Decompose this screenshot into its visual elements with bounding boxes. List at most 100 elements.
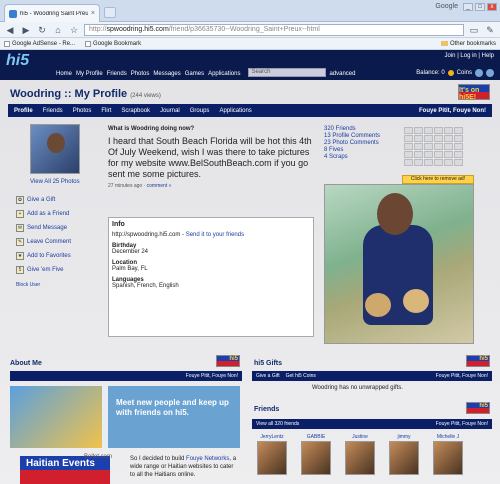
give-gift-action[interactable]: ✿ Give a Gift: [16, 195, 71, 205]
address-bar[interactable]: http://spwoodring.hi5.com/friend/p366357…: [84, 23, 464, 36]
give-gift-link[interactable]: Give a Gift: [256, 373, 280, 379]
tab-flirt[interactable]: Flirt: [101, 108, 111, 114]
remove-ad-button[interactable]: Click here to remove ad!: [402, 175, 474, 184]
badge-icon: [444, 151, 453, 158]
star-icon[interactable]: ☆: [68, 24, 80, 36]
hi5-logo[interactable]: hi5: [6, 52, 29, 70]
tab-applications[interactable]: Applications: [219, 108, 251, 114]
nav-applications[interactable]: Applications: [208, 71, 240, 77]
nav-messages[interactable]: Messages: [153, 71, 180, 77]
window-controls: _ □ x: [463, 3, 497, 11]
birthday-row: Birthday December 24: [112, 243, 310, 255]
search-input[interactable]: Search: [248, 68, 327, 77]
meet-promo[interactable]: Meet new people and keep up with friends…: [10, 386, 240, 448]
haiti-flag-small: hi5: [216, 355, 240, 367]
friend-card[interactable]: Justine: [342, 434, 378, 475]
get-coins-link[interactable]: Get hi5 Coins: [286, 373, 316, 379]
url-path: /friend/p36635730--Woodring_Saint+Preux-…: [168, 25, 320, 33]
badge-icon: [434, 143, 443, 150]
send-to-friends-link[interactable]: Send it to your friends: [186, 232, 244, 238]
advanced-search-link[interactable]: advanced: [329, 71, 355, 77]
fouye-networks-link[interactable]: Fouye Networks: [186, 456, 229, 462]
friend-card[interactable]: jimmy: [386, 434, 422, 475]
profile-page: Woodring :: My Profile (244 views) It's …: [0, 80, 500, 484]
send-message-action[interactable]: ✉ Send Message: [16, 223, 71, 233]
about-bar: Fouye Pitit, Fouye Non!: [10, 371, 242, 381]
promo-text: Meet new people and keep up with friends…: [108, 386, 240, 448]
bookmark-item[interactable]: Google Bookmark: [85, 40, 141, 47]
new-tab-button[interactable]: [104, 7, 116, 18]
block-user-link[interactable]: Block User: [16, 282, 40, 288]
nav-games[interactable]: Games: [185, 71, 204, 77]
profile-photo[interactable]: [324, 184, 474, 344]
nav-photos[interactable]: Photos: [131, 71, 150, 77]
tab-scrapbook[interactable]: Scrapbook: [121, 108, 150, 114]
tab-profile[interactable]: Profile: [14, 108, 33, 114]
forward-icon[interactable]: ▶: [20, 24, 32, 36]
friend-card[interactable]: GABBIE: [298, 434, 334, 475]
gift-icon: ✿: [16, 196, 24, 204]
profile-avatar[interactable]: [30, 124, 80, 174]
minimize-button[interactable]: _: [463, 3, 473, 11]
friend-card[interactable]: JerryLentz: [254, 434, 290, 475]
balance: Balance: 0 Coins: [416, 69, 494, 77]
badge-icon: [434, 151, 443, 158]
friend-photo: [257, 441, 287, 475]
badge-icon: [404, 135, 413, 142]
stat-photo-comments[interactable]: 23 Photo Comments: [324, 140, 380, 146]
leave-comment-action[interactable]: ✎ Leave Comment: [16, 237, 71, 247]
stat-friends[interactable]: 320 Friends: [324, 126, 380, 132]
view-count: (244 views): [130, 93, 161, 99]
add-favorites-action[interactable]: ★ Add to Favorites: [16, 251, 71, 261]
page-menu-icon[interactable]: ▭: [468, 24, 480, 36]
badge-icon: [424, 135, 433, 142]
view-all-friends-link[interactable]: View all 320 friends: [256, 421, 299, 427]
nav-my-profile[interactable]: My Profile: [76, 71, 103, 77]
maximize-button[interactable]: □: [475, 3, 485, 11]
friend-card[interactable]: Michelle J: [430, 434, 466, 475]
nav-home[interactable]: Home: [56, 71, 72, 77]
badge-icon: [414, 159, 423, 166]
coconut-left: [365, 293, 391, 317]
about-slogan: Fouye Pitit, Fouye Non!: [185, 373, 238, 379]
coins-label[interactable]: Coins: [457, 70, 472, 76]
gifts-bar: Give a Gift Get hi5 Coins Fouye Pitit, F…: [252, 371, 492, 381]
account-links[interactable]: Join | Log in | Help: [445, 53, 494, 59]
tab-journal[interactable]: Journal: [160, 108, 180, 114]
view-all-photos-link[interactable]: View All 25 Photos: [30, 179, 80, 185]
status-message: I heard that South Beach Florida will be…: [108, 136, 312, 179]
other-bookmarks[interactable]: Other bookmarks: [440, 41, 496, 47]
info-title: Info: [112, 221, 125, 228]
tab-photos[interactable]: Photos: [73, 108, 92, 114]
close-window-button[interactable]: x: [487, 3, 497, 11]
coin-icon: [447, 70, 454, 76]
stat-profile-comments[interactable]: 13 Profile Comments: [324, 133, 380, 139]
profile-url[interactable]: http://spwoodring.hi5.com: [112, 232, 180, 238]
give-five-action[interactable]: 5 Give 'em Five: [16, 265, 71, 275]
wrench-icon[interactable]: ✎: [484, 24, 496, 36]
friend-name: JerryLentz: [260, 434, 284, 440]
coconut-right: [403, 289, 429, 313]
reload-icon[interactable]: ↻: [36, 24, 48, 36]
badge-icon: [444, 143, 453, 150]
stat-fives[interactable]: 8 Fives: [324, 147, 380, 153]
tab-groups[interactable]: Groups: [190, 108, 210, 114]
profile-stats: 320 Friends 13 Profile Comments 23 Photo…: [324, 126, 380, 160]
badge-icon: [454, 151, 463, 158]
browser-titlebar: hi5 - Woodring Saint Preux × Google _ □ …: [0, 0, 500, 22]
browser-tab[interactable]: hi5 - Woodring Saint Preux ×: [4, 4, 100, 22]
bookmark-item[interactable]: Google AdSense - Re...: [4, 40, 75, 47]
globe-icon[interactable]: [486, 69, 494, 77]
back-icon[interactable]: ◀: [4, 24, 16, 36]
haitian-events-logo[interactable]: Haitian Events: [20, 456, 110, 484]
status-comment-link[interactable]: comment »: [147, 183, 172, 189]
home-icon[interactable]: ⌂: [52, 24, 64, 36]
user-menu-icon[interactable]: [475, 69, 483, 77]
action-label: Give a Gift: [27, 197, 56, 203]
nav-friends[interactable]: Friends: [107, 71, 127, 77]
hi5-nav: Home My Profile Friends Photos Messages …: [56, 71, 240, 77]
tab-friends[interactable]: Friends: [43, 108, 63, 114]
add-friend-action[interactable]: + Add as a Friend: [16, 209, 71, 219]
stat-scraps[interactable]: 4 Scraps: [324, 154, 380, 160]
close-tab-icon[interactable]: ×: [91, 10, 95, 17]
